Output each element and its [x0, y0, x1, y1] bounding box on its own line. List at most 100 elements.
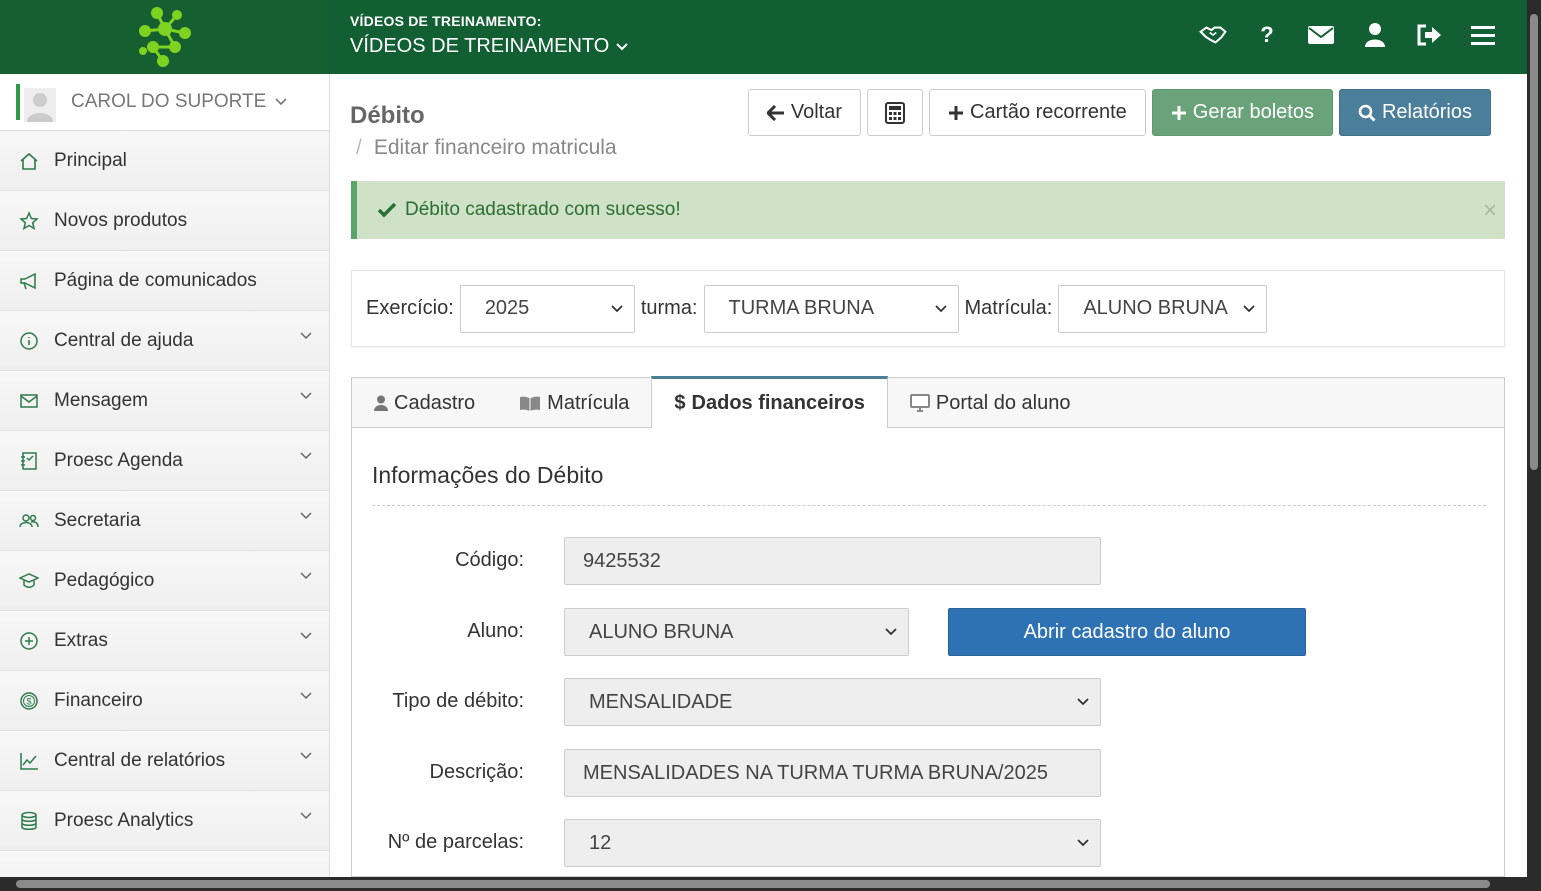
sidebar-item-principal[interactable]: Principal — [0, 131, 329, 191]
codigo-field[interactable]: 9425532 — [564, 537, 1101, 585]
back-button[interactable]: Voltar — [747, 89, 862, 136]
sidebar-item-financeiro[interactable]: $ Financeiro — [0, 671, 329, 731]
chevron-down-icon — [300, 332, 312, 340]
chevron-down-icon — [300, 812, 312, 820]
sidebar-item-central-ajuda[interactable]: Central de ajuda — [0, 311, 329, 371]
dollar-icon: $ — [674, 392, 686, 414]
exercicio-select[interactable]: 2025 — [459, 284, 635, 333]
aluno-select[interactable]: ALUNO BRUNA — [564, 608, 909, 656]
home-icon — [18, 150, 40, 172]
vertical-scroll-thumb[interactable] — [1530, 14, 1538, 470]
search-icon — [1358, 104, 1376, 122]
vertical-scrollbar[interactable] — [1527, 0, 1541, 877]
school-selector[interactable]: VÍDEOS DE TREINAMENTO: VÍDEOS DE TREINAM… — [350, 13, 629, 58]
tab-panel: Cadastro Matrícula $ Dados financeiros P… — [351, 376, 1505, 877]
sidebar-item-proesc-analytics[interactable]: Proesc Analytics — [0, 791, 329, 851]
sidebar-item-label: Mensagem — [54, 390, 148, 411]
graduation-icon — [18, 570, 40, 592]
check-icon — [377, 202, 397, 218]
sidebar-item-label: Principal — [54, 150, 127, 171]
breadcrumb-current: Editar financeiro matricula — [373, 136, 617, 159]
chevron-down-icon — [934, 304, 947, 312]
turma-label: turma: — [640, 297, 698, 319]
chevron-down-icon — [275, 98, 287, 106]
sidebar-item-proesc-agenda[interactable]: Proesc Agenda — [0, 431, 329, 491]
chevron-down-icon — [611, 304, 623, 312]
exercicio-value: 2025 — [484, 297, 530, 319]
reports-button[interactable]: Relatórios — [1338, 89, 1491, 136]
calculator-button[interactable] — [867, 89, 924, 136]
sidebar-item-partial[interactable] — [0, 851, 329, 877]
breadcrumb-separator: / — [356, 136, 362, 159]
sidebar-item-secretaria[interactable]: Secretaria — [0, 491, 329, 551]
exercicio-label: Exercício: — [366, 297, 454, 319]
megaphone-icon — [18, 270, 40, 292]
sidebar-item-label: Proesc Analytics — [54, 810, 194, 831]
user-icon[interactable] — [1361, 20, 1389, 50]
sidebar-item-label: Secretaria — [54, 510, 141, 531]
envelope-icon — [18, 390, 40, 412]
top-navbar: VÍDEOS DE TREINAMENTO: VÍDEOS DE TREINAM… — [0, 0, 1527, 74]
tipo-select[interactable]: MENSALIDADE — [564, 678, 1101, 726]
generate-slips-label: Gerar boletos — [1192, 101, 1314, 123]
tab-portal-aluno[interactable]: Portal do aluno — [888, 378, 1093, 428]
alert-message: Débito cadastrado com sucesso! — [405, 199, 681, 220]
generate-slips-button[interactable]: Gerar boletos — [1151, 89, 1333, 136]
recurring-card-label: Cartão recorrente — [970, 101, 1127, 123]
matricula-value: ALUNO BRUNA — [1083, 297, 1228, 319]
hamburger-icon[interactable] — [1469, 20, 1497, 50]
logout-icon[interactable] — [1415, 20, 1443, 50]
help-icon[interactable]: ? — [1253, 20, 1281, 50]
turma-select[interactable]: TURMA BRUNA — [703, 284, 959, 333]
user-icon — [374, 395, 388, 411]
chevron-down-icon — [300, 752, 312, 760]
sidebar-item-comunicados[interactable]: Página de comunicados — [0, 251, 329, 311]
logo-icon — [139, 7, 191, 67]
section-divider — [372, 505, 1486, 506]
monitor-icon — [909, 394, 930, 412]
sidebar-item-label: Proesc Agenda — [54, 450, 183, 471]
tab-label: Matrícula — [547, 391, 630, 414]
header-subtitle: VÍDEOS DE TREINAMENTO: — [350, 13, 542, 29]
matricula-select[interactable]: ALUNO BRUNA — [1058, 284, 1268, 333]
book-icon — [520, 396, 541, 411]
descricao-value: MENSALIDADES NA TURMA TURMA BRUNA/2025 — [583, 761, 1048, 784]
sidebar-item-central-relatorios[interactable]: Central de relatórios — [0, 731, 329, 791]
horizontal-scrollbar[interactable] — [0, 877, 1541, 891]
codigo-label: Código: — [455, 549, 524, 571]
turma-value: TURMA BRUNA — [728, 297, 875, 319]
chevron-down-icon — [300, 692, 312, 700]
tipo-value: MENSALIDADE — [589, 690, 733, 713]
tipo-label: Tipo de débito: — [392, 690, 524, 712]
user-menu[interactable]: CAROL DO SUPORTE — [0, 74, 329, 131]
sidebar-item-extras[interactable]: Extras — [0, 611, 329, 671]
parcelas-select[interactable]: 12 — [564, 819, 1101, 867]
back-button-label: Voltar — [790, 101, 843, 123]
tab-cadastro[interactable]: Cadastro — [352, 378, 497, 428]
close-icon[interactable]: × — [1483, 197, 1497, 225]
sidebar-item-label: Financeiro — [54, 690, 143, 711]
descricao-field[interactable]: MENSALIDADES NA TURMA TURMA BRUNA/2025 — [564, 749, 1101, 797]
sidebar-item-mensagem[interactable]: Mensagem — [0, 371, 329, 431]
parcelas-value: 12 — [589, 831, 612, 854]
handshake-icon[interactable] — [1199, 20, 1227, 50]
tab-matricula[interactable]: Matrícula — [497, 378, 651, 428]
descricao-row: Descrição: MENSALIDADES NA TURMA TURMA B… — [352, 749, 1504, 797]
section-title: Informações do Débito — [372, 462, 604, 488]
chevron-down-icon — [300, 572, 312, 580]
envelope-icon[interactable] — [1307, 20, 1335, 50]
tab-dados-financeiros[interactable]: $ Dados financeiros — [651, 376, 888, 428]
open-student-button[interactable]: Abrir cadastro do aluno — [948, 608, 1306, 656]
app-logo[interactable] — [0, 0, 330, 74]
chevron-down-icon — [616, 42, 629, 50]
breadcrumb: / Editar financeiro matricula — [356, 136, 617, 160]
arrow-left-icon — [766, 104, 784, 121]
success-alert: Débito cadastrado com sucesso! × — [351, 181, 1505, 239]
sidebar-item-pedagogico[interactable]: Pedagógico — [0, 551, 329, 611]
chevron-down-icon — [300, 632, 312, 640]
sidebar-item-novos-produtos[interactable]: Novos produtos — [0, 191, 329, 251]
aluno-label: Aluno: — [467, 620, 524, 642]
recurring-card-button[interactable]: Cartão recorrente — [929, 89, 1146, 136]
filter-panel: Exercício: 2025 turma: TURMA BRUNA Matrí… — [351, 270, 1505, 347]
horizontal-scroll-thumb[interactable] — [16, 880, 1490, 888]
